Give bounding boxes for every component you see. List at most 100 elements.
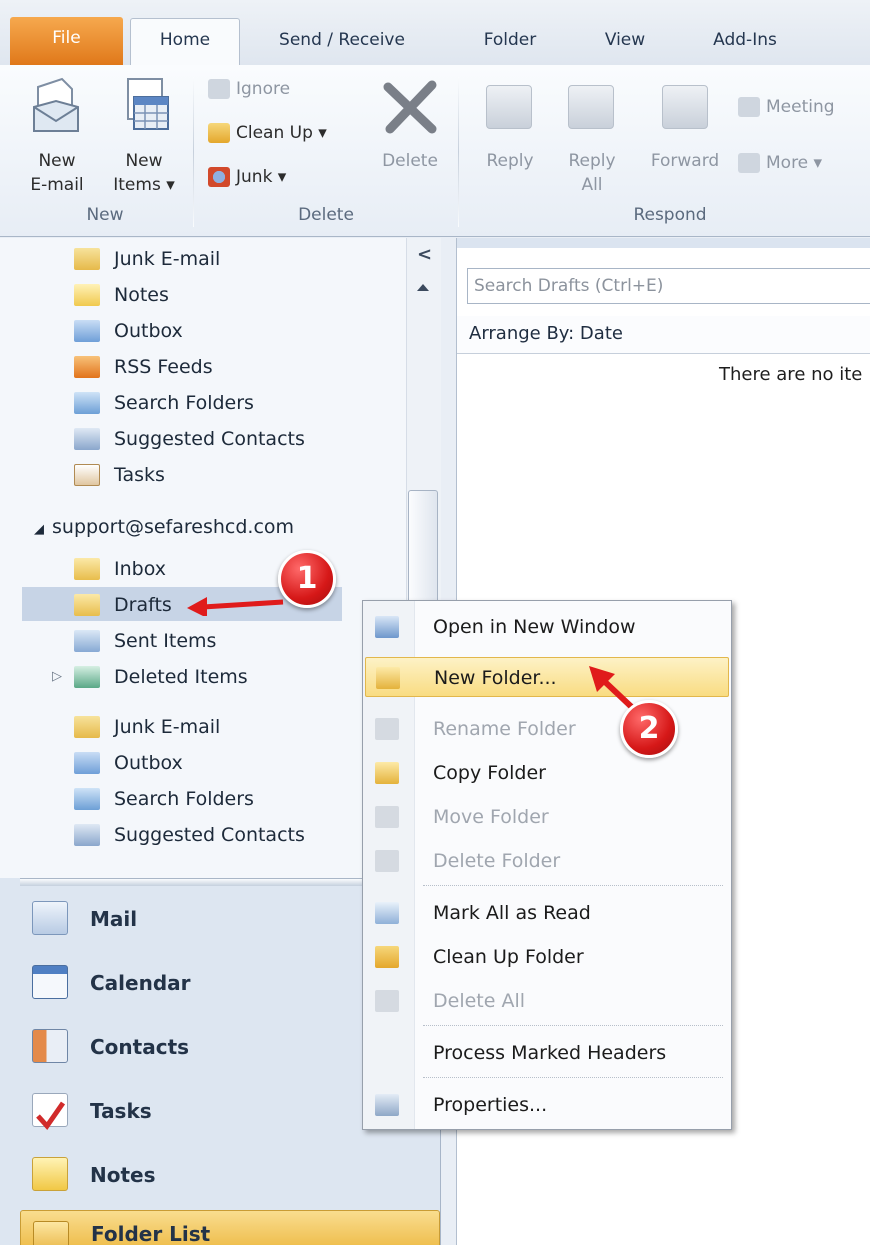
module-folder-list[interactable]: Folder List [20,1210,440,1245]
menu-item-label: Delete All [433,990,526,1012]
menu-item-label: New Folder... [434,667,557,689]
ribbon: New E-mail New Items ▾ New Ignore Clean … [0,65,870,237]
menu-item-label: Properties... [433,1094,548,1116]
tab-send-receive[interactable]: Send / Receive [252,19,432,65]
inbox-icon [74,558,100,580]
tab-file[interactable]: File [10,17,123,65]
new-email-label: New E-mail [30,151,84,195]
search-input[interactable]: Search Drafts (Ctrl+E) [467,268,870,304]
folder-label: Drafts [114,594,172,616]
module-label: Folder List [91,1222,211,1245]
folder-label: Outbox [114,320,183,342]
clean-up-label: Clean Up ▾ [236,123,327,143]
delete-all-icon [375,990,399,1012]
tab-add-ins[interactable]: Add-Ins [690,19,800,65]
folder-list-icon [33,1221,69,1245]
group-label-respond: Respond [633,205,707,225]
more-icon [738,153,760,173]
menu-open-in-new-window[interactable]: Open in New Window [365,607,729,647]
collapse-pane-icon[interactable]: < [417,244,432,265]
folder-label: Search Folders [114,788,254,810]
folder-context-menu: Open in New Window New Folder... Rename … [362,600,732,1130]
scroll-up-icon[interactable] [417,284,429,291]
new-folder-icon [376,667,400,689]
tab-home[interactable]: Home [130,18,240,66]
module-label: Mail [90,907,138,931]
junk-button[interactable]: Junk ▾ [208,165,286,189]
tab-view[interactable]: View [580,19,670,65]
new-email-button[interactable]: New E-mail [22,71,92,201]
move-folder-icon [375,806,399,828]
menu-item-label: Delete Folder [433,850,561,872]
menu-mark-all-as-read[interactable]: Mark All as Read [365,893,729,933]
meeting-label: Meeting [766,97,835,117]
mail-envelope-icon [32,901,68,935]
expand-triangle-icon[interactable]: ▷ [52,660,62,694]
ignore-button[interactable]: Ignore [208,77,290,101]
delete-button[interactable]: Delete [370,71,450,201]
menu-properties[interactable]: Properties... [365,1085,729,1125]
rename-folder-icon [375,718,399,740]
folder-label: Inbox [114,558,166,580]
delete-label: Delete [382,151,438,171]
meeting-button[interactable]: Meeting [738,95,835,119]
folder-label: Junk E-mail [114,716,221,738]
arrange-by-header[interactable]: Arrange By: Date [457,316,870,354]
reply-all-label: Reply All [568,151,616,195]
tasks-clipboard-icon [74,464,100,486]
folder-label: Junk E-mail [114,248,221,270]
forward-button[interactable]: Forward [640,71,730,201]
reply-label: Reply [486,151,534,171]
new-items-button[interactable]: New Items ▾ [106,71,182,201]
junk-icon [208,167,230,187]
clean-up-folder-icon [375,946,399,968]
forward-label: Forward [650,151,720,171]
folder-label: Suggested Contacts [114,428,305,450]
menu-item-label: Move Folder [433,806,549,828]
junk-folder-icon [74,248,100,270]
menu-item-label: Mark All as Read [433,902,591,924]
account-label: support@sefareshcd.com [52,516,295,538]
module-label: Notes [90,1163,156,1187]
group-label-delete: Delete [298,205,354,225]
collapse-triangle-icon[interactable]: ◢ [34,522,44,537]
annotation-badge-2: 2 [620,700,678,758]
folder-label: Search Folders [114,392,254,414]
menu-new-folder[interactable]: New Folder... [365,657,729,697]
annotation-badge-1: 1 [278,550,336,608]
new-items-label: New Items ▾ [113,151,175,195]
outbox-icon [74,320,100,342]
reply-all-button[interactable]: Reply All [556,71,628,201]
search-folders-icon [74,788,100,810]
more-button[interactable]: More ▾ [738,151,822,175]
reply-button[interactable]: Reply [474,71,546,201]
menu-clean-up-folder[interactable]: Clean Up Folder [365,937,729,977]
menu-separator [423,1025,723,1026]
new-window-icon [375,616,399,638]
recycle-bin-icon [74,666,100,688]
rss-feeds-icon [74,356,100,378]
tab-folder[interactable]: Folder [460,19,560,65]
menu-separator [423,1077,723,1078]
account-node[interactable]: ◢ support@sefareshcd.com [34,510,294,547]
delete-folder-icon [375,850,399,872]
notes-folder-icon [74,284,100,306]
ribbon-separator [193,77,194,227]
ignore-icon [208,79,230,99]
menu-item-label: Process Marked Headers [433,1042,667,1064]
calendar-icon [32,965,68,999]
module-notes[interactable]: Notes [20,1144,440,1206]
annotation-arrow-1 [187,597,284,616]
folder-label: Outbox [114,752,183,774]
new-email-icon [33,77,79,132]
menu-copy-folder[interactable]: Copy Folder [365,753,729,793]
clean-up-button[interactable]: Clean Up ▾ [208,121,327,145]
menu-process-marked-headers[interactable]: Process Marked Headers [365,1033,729,1073]
scrollbar-thumb[interactable] [408,490,438,605]
menu-item-label: Clean Up Folder [433,946,584,968]
notes-icon [32,1157,68,1191]
content-top-strip [457,238,870,248]
folder-label: RSS Feeds [114,356,213,378]
search-folders-icon [74,392,100,414]
menu-move-folder: Move Folder [365,797,729,837]
